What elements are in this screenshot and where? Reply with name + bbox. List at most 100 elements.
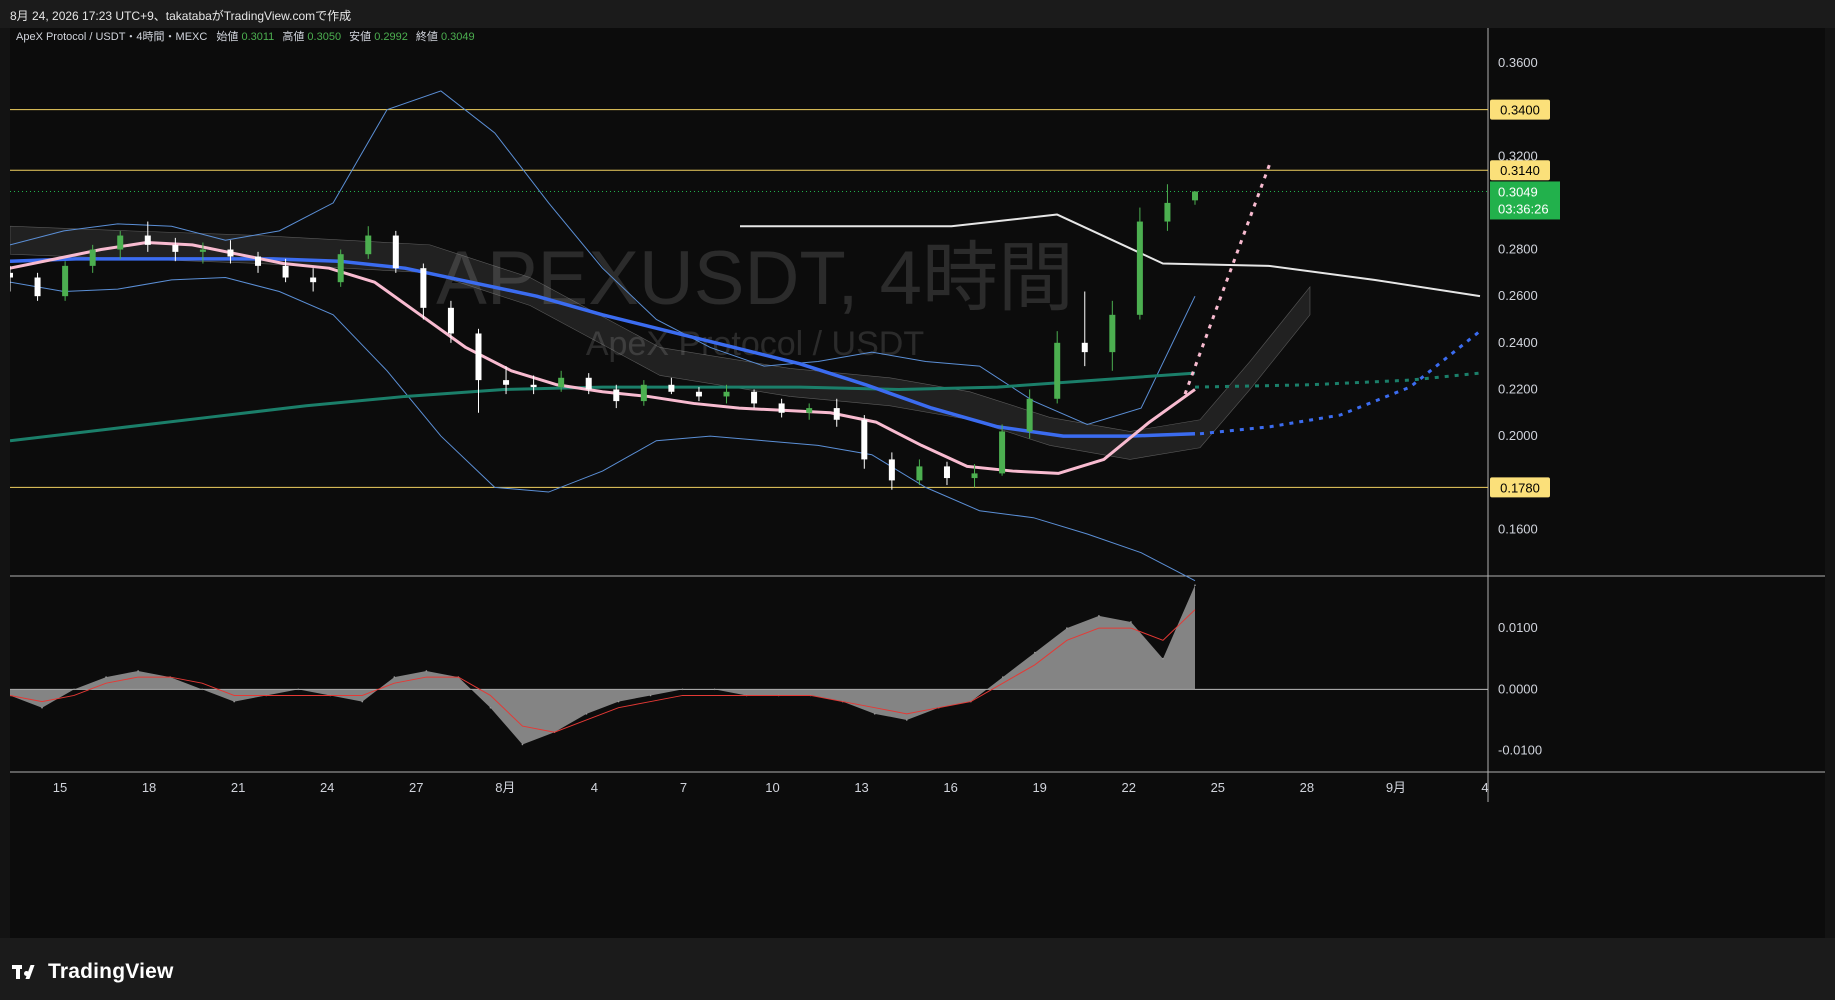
time-tick-label: 19: [1032, 780, 1046, 795]
candle[interactable]: [172, 244, 179, 252]
macd-histogram-point: [201, 688, 203, 691]
candle[interactable]: [420, 268, 427, 308]
time-tick-label: 24: [320, 780, 334, 795]
time-tick-label: 28: [1300, 780, 1314, 795]
candle[interactable]: [943, 466, 950, 479]
candle[interactable]: [668, 384, 675, 392]
candle[interactable]: [89, 249, 96, 266]
candle[interactable]: [971, 473, 978, 479]
macd-histogram-point: [1066, 627, 1068, 629]
macd-histogram[interactable]: [10, 585, 1195, 745]
legend-high: 0.3050: [307, 31, 341, 43]
time-tick-label: 4: [591, 780, 598, 795]
time-tick-label: 13: [854, 780, 868, 795]
tradingview-logo-text: TradingView: [48, 960, 174, 983]
macd-histogram-point: [1002, 676, 1004, 678]
legend-low-label: 安値: [349, 29, 371, 43]
legend-open: 0.3011: [241, 31, 274, 43]
candle[interactable]: [1164, 202, 1171, 222]
macd-histogram-point: [489, 706, 492, 709]
candle[interactable]: [640, 384, 647, 402]
candle[interactable]: [365, 235, 372, 255]
candle[interactable]: [62, 265, 69, 297]
macd-histogram-point: [585, 713, 588, 715]
candle[interactable]: [695, 391, 702, 397]
candle[interactable]: [1026, 398, 1033, 432]
candle[interactable]: [1081, 342, 1088, 353]
macd-histogram-point: [425, 670, 428, 672]
candle[interactable]: [530, 384, 537, 388]
candle[interactable]: [585, 377, 592, 390]
candle[interactable]: [833, 408, 840, 420]
macd-tick-label: -0.0100: [1498, 743, 1542, 758]
chart-svg[interactable]: APEXUSDT, 4時間 ApeX Protocol / USDT ApeX …: [7, 28, 1825, 938]
price-tick-label: 0.2600: [1498, 288, 1538, 303]
candle[interactable]: [861, 419, 868, 460]
candle[interactable]: [475, 333, 482, 381]
candle[interactable]: [558, 377, 565, 388]
candle[interactable]: [447, 307, 454, 334]
tradingview-logo[interactable]: TradingView: [12, 960, 174, 984]
candle[interactable]: [310, 277, 317, 283]
candle[interactable]: [1136, 221, 1143, 315]
time-tick-label: 27: [409, 780, 423, 795]
candle[interactable]: [613, 389, 620, 402]
bottom-bar: [0, 938, 1835, 1000]
candle[interactable]: [751, 391, 758, 404]
candle[interactable]: [392, 235, 399, 269]
legend-open-label: 始値: [216, 29, 238, 43]
candle[interactable]: [1192, 191, 1198, 201]
macd-histogram-point: [393, 676, 396, 678]
candle[interactable]: [778, 403, 785, 413]
candle[interactable]: [199, 249, 206, 252]
candle[interactable]: [227, 249, 234, 257]
macd-histogram-point: [1098, 615, 1100, 617]
level-badge-label: 0.3400: [1500, 103, 1540, 118]
macd-histogram-point: [137, 670, 139, 672]
price-tick-label: 0.2000: [1498, 428, 1538, 443]
candle[interactable]: [503, 380, 510, 385]
macd-histogram-point: [873, 713, 876, 715]
candle[interactable]: [1109, 314, 1116, 353]
macd-tick-label: 0.0000: [1498, 681, 1538, 696]
time-tick-label: 8月: [495, 780, 515, 795]
chart-area[interactable]: APEXUSDT, 4時間 ApeX Protocol / USDT ApeX …: [7, 28, 1825, 938]
price-tick-label: 0.2800: [1498, 242, 1538, 257]
time-tick-label: 10: [765, 780, 779, 795]
candle[interactable]: [723, 391, 730, 397]
tradingview-logo-icon: [12, 963, 42, 981]
candle[interactable]: [916, 466, 923, 481]
price-tick-label: 0.2200: [1498, 381, 1538, 396]
time-tick-label: 22: [1122, 780, 1136, 795]
candle[interactable]: [255, 256, 262, 266]
macd-histogram-point: [649, 694, 652, 697]
candle[interactable]: [282, 265, 289, 278]
price-tick-label: 0.3200: [1498, 148, 1538, 163]
macd-histogram-point: [521, 743, 524, 746]
legend-close-label: 終値: [416, 29, 438, 43]
candle[interactable]: [999, 431, 1006, 474]
macd-histogram-point: [1130, 621, 1132, 623]
candle[interactable]: [1054, 342, 1061, 399]
macd-histogram-point: [1034, 651, 1036, 654]
macd-histogram-point: [361, 700, 364, 703]
candle[interactable]: [806, 408, 813, 413]
candle[interactable]: [117, 235, 124, 250]
time-tick-label: 7: [680, 780, 687, 795]
time-tick-label: 18: [142, 780, 156, 795]
svg-text:ApeX Protocol / USDT・4時間・MEXC: ApeX Protocol / USDT・4時間・MEXC 始値 0.3011 …: [16, 29, 475, 43]
chart-caption: 8月 24, 2026 17:23 UTC+9、takatabaがTrading…: [10, 9, 352, 23]
candle[interactable]: [7, 272, 13, 278]
macd-histogram-point: [617, 700, 620, 703]
time-tick-label: 16: [943, 780, 957, 795]
legend-high-label: 高値: [282, 29, 304, 43]
price-tick-label: 0.1600: [1498, 521, 1538, 536]
candle[interactable]: [144, 235, 151, 245]
price-tick-label: 0.3600: [1498, 55, 1538, 70]
candle[interactable]: [337, 254, 344, 283]
macd-histogram-point: [233, 700, 235, 703]
legend-close: 0.3049: [441, 31, 475, 43]
macd-histogram-point: [105, 676, 107, 678]
candle[interactable]: [888, 459, 895, 481]
candle[interactable]: [34, 277, 41, 297]
